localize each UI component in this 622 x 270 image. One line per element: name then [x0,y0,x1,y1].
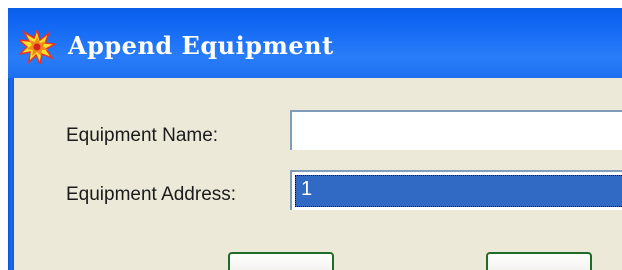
equipment-name-input[interactable] [290,110,622,150]
window-left-border [8,78,14,270]
ok-button[interactable] [228,252,334,270]
equipment-address-label: Equipment Address: [66,184,237,205]
starburst-app-icon [19,30,55,64]
cancel-button[interactable] [486,252,592,270]
equipment-address-input[interactable]: 1 [290,170,622,210]
title-bar[interactable]: Append Equipment [8,8,622,78]
append-equipment-dialog: Append Equipment Equipment Name: Equipme… [8,8,622,270]
equipment-name-label: Equipment Name: [66,125,219,146]
text-selection-highlight [295,175,622,207]
window-title: Append Equipment [68,31,334,60]
equipment-address-value: 1 [301,178,313,200]
